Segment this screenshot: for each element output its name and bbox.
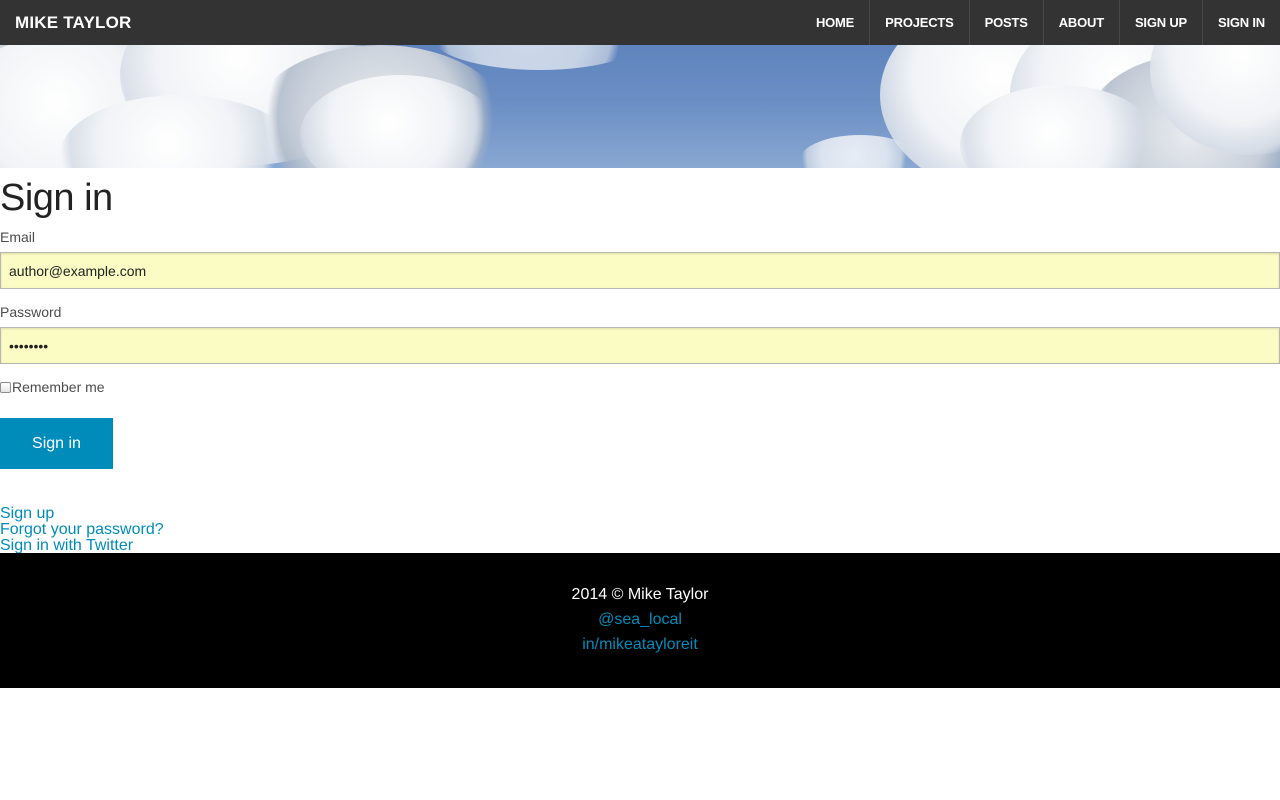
nav-item-home[interactable]: HOME bbox=[801, 0, 869, 45]
twitter-handle-link[interactable]: @sea_local bbox=[598, 611, 682, 628]
main-nav: HOME PROJECTS POSTS ABOUT SIGN UP SIGN I… bbox=[801, 0, 1280, 45]
nav-item-about[interactable]: ABOUT bbox=[1042, 0, 1119, 45]
nav-item-projects[interactable]: PROJECTS bbox=[869, 0, 968, 45]
email-label: Email bbox=[0, 229, 36, 245]
sky-banner-image bbox=[0, 45, 1280, 168]
top-navbar: MIKE TAYLOR HOME PROJECTS POSTS ABOUT SI… bbox=[0, 0, 1280, 45]
brand-logo-link[interactable]: MIKE TAYLOR bbox=[0, 0, 132, 45]
nav-item-sign-up[interactable]: SIGN UP bbox=[1118, 0, 1202, 45]
remember-me-label: Remember me bbox=[12, 379, 105, 395]
page-footer: 2014 © Mike Taylor @sea_local in/mikeata… bbox=[0, 553, 1280, 688]
nav-item-posts[interactable]: POSTS bbox=[968, 0, 1043, 45]
password-label: Password bbox=[0, 304, 62, 320]
remember-me-checkbox[interactable] bbox=[0, 381, 11, 393]
page-title: Sign in bbox=[0, 177, 113, 219]
password-field[interactable] bbox=[0, 327, 1280, 364]
remember-me-row: Remember me bbox=[0, 379, 105, 395]
linkedin-link[interactable]: in/mikeatayloreit bbox=[582, 636, 698, 653]
sign-up-link[interactable]: Sign up bbox=[0, 506, 54, 522]
forgot-password-link[interactable]: Forgot your password? bbox=[0, 522, 164, 538]
sign-in-button[interactable]: Sign in bbox=[0, 418, 113, 469]
footer-copyright: 2014 © Mike Taylor bbox=[571, 586, 709, 603]
nav-item-sign-in[interactable]: SIGN IN bbox=[1202, 0, 1280, 45]
email-field[interactable] bbox=[0, 252, 1280, 289]
twitter-sign-in-link[interactable]: Sign in with Twitter bbox=[0, 538, 133, 554]
